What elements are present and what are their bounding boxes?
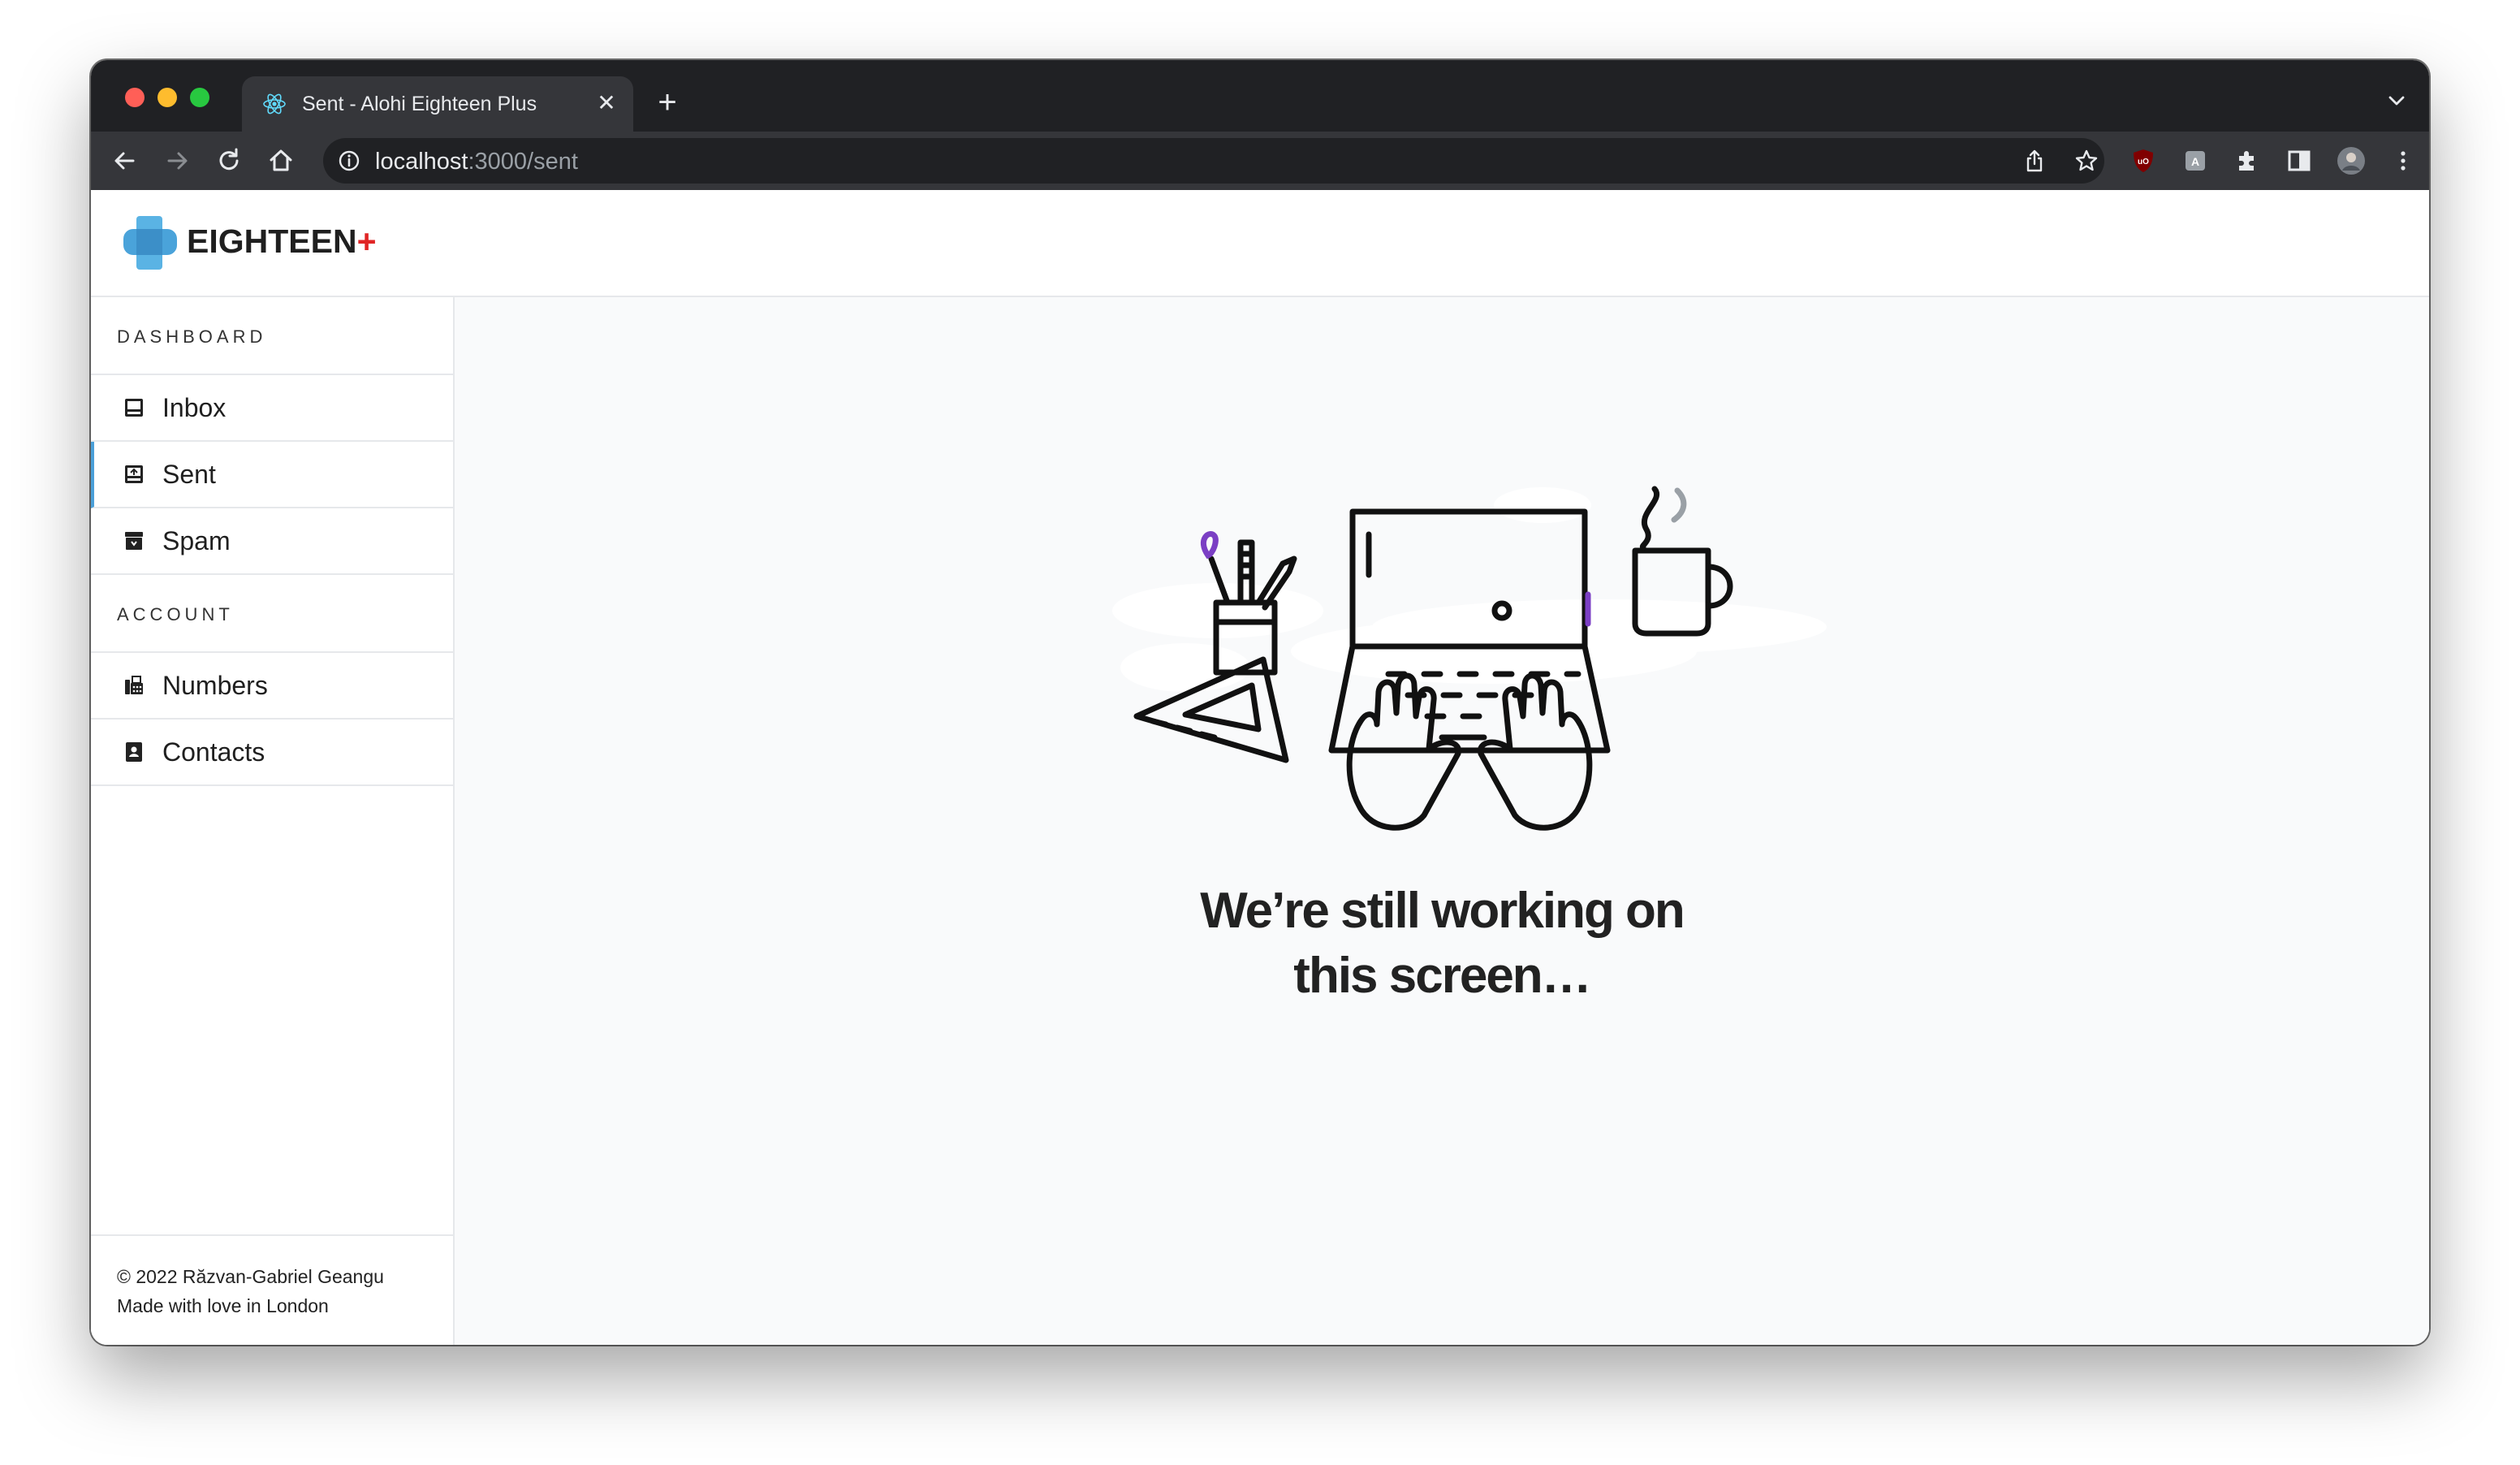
browser-tab[interactable]: Sent - Alohi Eighteen Plus ✕ — [242, 76, 633, 132]
sidebar-item-label: Spam — [162, 526, 231, 555]
app-header: EIGHTEEN+ — [91, 190, 2429, 297]
close-window-button[interactable] — [125, 88, 145, 107]
bookmark-star-icon[interactable] — [2073, 148, 2099, 174]
sent-icon — [125, 465, 143, 483]
contacts-icon — [126, 742, 142, 762]
react-icon — [263, 93, 286, 115]
forward-arrow-icon[interactable] — [161, 145, 193, 177]
new-tab-button[interactable]: + — [651, 86, 684, 120]
info-icon[interactable] — [338, 149, 360, 172]
spam-icon — [125, 532, 143, 550]
sidebar-item-sent[interactable]: Sent — [91, 442, 453, 508]
browser-window: Sent - Alohi Eighteen Plus ✕ + localhost… — [91, 60, 2429, 1345]
sidebar-footer: © 2022 Răzvan-Gabriel Geangu Made with l… — [91, 1234, 453, 1345]
work-in-progress-illustration — [1112, 486, 1827, 831]
logo-text[interactable]: EIGHTEEN+ — [187, 223, 377, 261]
copyright-text: © 2022 Răzvan-Gabriel Geangu — [117, 1266, 384, 1287]
sidebar-item-inbox[interactable]: Inbox — [91, 375, 453, 442]
work-in-progress-message: We’re still working on this screen… — [1117, 879, 1767, 1009]
profile-avatar[interactable] — [2335, 145, 2367, 177]
message-line-1: We’re still working on — [1200, 883, 1685, 939]
sidebar-item-label: Numbers — [162, 671, 268, 700]
fax-icon — [125, 676, 143, 694]
message-line-2: this screen… — [1293, 948, 1591, 1004]
sidebar: DASHBOARD Inbox Sent Spam ACCOUNT Number… — [91, 297, 455, 1345]
home-icon[interactable] — [265, 145, 297, 177]
app-page: EIGHTEEN+ DASHBOARD Inbox Sent Spam ACCO… — [91, 190, 2429, 1345]
svg-text:uO: uO — [2138, 158, 2149, 166]
minimize-window-button[interactable] — [158, 88, 177, 107]
browser-toolbar: localhost:3000/sent uO A — [91, 132, 2429, 190]
close-tab-icon[interactable]: ✕ — [593, 89, 620, 117]
made-with-love-text: Made with love in London — [117, 1295, 329, 1316]
eighteen-logo-icon[interactable] — [122, 214, 179, 271]
side-panel-icon[interactable] — [2283, 145, 2315, 177]
sidebar-section-dashboard: DASHBOARD — [91, 297, 453, 375]
sidebar-item-label: Sent — [162, 460, 216, 489]
sidebar-item-contacts[interactable]: Contacts — [91, 720, 453, 786]
extension-icon[interactable]: A — [2179, 145, 2211, 177]
sidebar-section-account: ACCOUNT — [91, 575, 453, 653]
chevron-down-icon[interactable] — [2385, 89, 2408, 112]
tab-title: Sent - Alohi Eighteen Plus — [302, 93, 537, 115]
sidebar-item-spam[interactable]: Spam — [91, 508, 453, 575]
ublock-extension-icon[interactable]: uO — [2127, 145, 2160, 177]
svg-text:A: A — [2191, 155, 2199, 168]
sidebar-item-label: Contacts — [162, 737, 265, 767]
maximize-window-button[interactable] — [190, 88, 209, 107]
sidebar-item-label: Inbox — [162, 393, 227, 422]
url-text: localhost:3000/sent — [375, 149, 578, 175]
tab-strip: Sent - Alohi Eighteen Plus ✕ + — [91, 60, 2429, 132]
back-arrow-icon[interactable] — [109, 145, 141, 177]
reload-icon[interactable] — [213, 145, 245, 177]
sidebar-item-numbers[interactable]: Numbers — [91, 653, 453, 720]
puzzle-extensions-icon[interactable] — [2231, 145, 2263, 177]
main-content: We’re still working on this screen… — [455, 297, 2429, 1345]
address-bar[interactable]: localhost:3000/sent — [323, 138, 2104, 184]
more-vert-icon[interactable] — [2387, 145, 2419, 177]
share-icon[interactable] — [2022, 148, 2048, 174]
inbox-icon — [125, 399, 143, 417]
